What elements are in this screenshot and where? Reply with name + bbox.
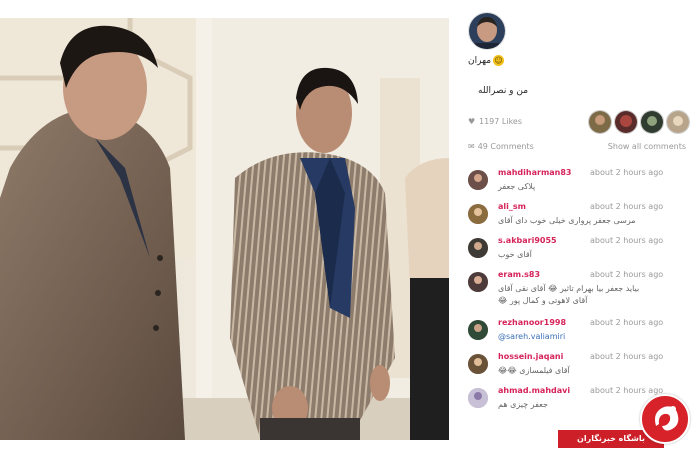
comment-time: about 2 hours ago [590, 202, 664, 211]
liker-avatar[interactable] [614, 110, 638, 134]
comments-row: ✉ 49 Comments [468, 142, 534, 151]
comment-text-line2: 😂 آقای لاهوتی و کمال پور [498, 296, 588, 305]
commenter-avatar[interactable] [468, 170, 488, 190]
news-agency-logo-icon [640, 394, 690, 444]
comment-text: 😂😂 آقای فیلمسازی [498, 366, 570, 375]
owner-name[interactable]: مهران [468, 56, 491, 66]
post-caption: من و نصرالله [478, 86, 529, 96]
comment-mention-link[interactable]: @sareh.valiamiri [498, 332, 565, 341]
comment-time: about 2 hours ago [590, 352, 664, 361]
comment-item: hossein.jaqani about 2 hours ago 😂😂 آقای… [458, 344, 694, 378]
comment-text: بیاید جعفر بیا بهرام تاثیر 😂 آقای نقی آق… [498, 284, 640, 293]
liker-avatar[interactable] [640, 110, 664, 134]
likers-avatars [588, 110, 694, 134]
post-photo [0, 18, 449, 440]
commenter-avatar[interactable] [468, 238, 488, 258]
post-sidebar: مهران ☺ من و نصرالله ♥ 1197 Likes ✉ 49 Com… [458, 10, 694, 450]
comment-bubble-icon: ✉ [468, 142, 475, 151]
comment-text: آقای خوب [498, 250, 532, 259]
comment-item: s.akbari9055 about 2 hours ago آقای خوب [458, 228, 694, 262]
photo-image [0, 18, 449, 440]
likes-count: 1197 Likes [479, 117, 523, 126]
comment-text: مرسی جعفر پرواری خیلی خوب دای آقای [498, 216, 636, 225]
owner-avatar[interactable] [468, 12, 506, 50]
comment-text: پلاکی جعفر [498, 182, 536, 191]
commenter-avatar[interactable] [468, 272, 488, 292]
comment-text: جعفر چیزی هم [498, 400, 548, 409]
comment-item: eram.s83 about 2 hours ago بیاید جعفر بی… [458, 262, 694, 310]
comment-time: about 2 hours ago [590, 236, 664, 245]
commenter-avatar[interactable] [468, 204, 488, 224]
smile-emoji-icon: ☺ [493, 55, 504, 66]
show-all-comments-link[interactable]: Show all comments [608, 142, 686, 151]
commenter-avatar[interactable] [468, 388, 488, 408]
liker-avatar[interactable] [666, 110, 690, 134]
liker-avatar[interactable] [588, 110, 612, 134]
commenter-username[interactable]: hossein.jaqani [498, 352, 563, 361]
likes-row: ♥ 1197 Likes [468, 117, 522, 126]
comment-time: about 2 hours ago [590, 270, 664, 279]
watermark-logo: باشگاه خبرنگاران [558, 394, 690, 450]
comments-count: 49 Comments [477, 142, 534, 151]
commenter-avatar[interactable] [468, 354, 488, 374]
comment-time: about 2 hours ago [590, 168, 664, 177]
commenter-username[interactable]: rezhanoor1998 [498, 318, 566, 327]
commenter-username[interactable]: ali_sm [498, 202, 526, 211]
heart-icon[interactable]: ♥ [468, 117, 476, 126]
comment-time: about 2 hours ago [590, 318, 664, 327]
commenter-avatar[interactable] [468, 320, 488, 340]
commenter-username[interactable]: s.akbari9055 [498, 236, 557, 245]
commenter-username[interactable]: eram.s83 [498, 270, 540, 279]
comment-item: rezhanoor1998 about 2 hours ago @sareh.v… [458, 310, 694, 344]
owner-avatar-image [469, 13, 505, 49]
commenter-username[interactable]: mahdiharman83 [498, 168, 572, 177]
comment-item: mahdiharman83 about 2 hours ago پلاکی جع… [458, 160, 694, 194]
comment-item: ali_sm about 2 hours ago مرسی جعفر پروار… [458, 194, 694, 228]
